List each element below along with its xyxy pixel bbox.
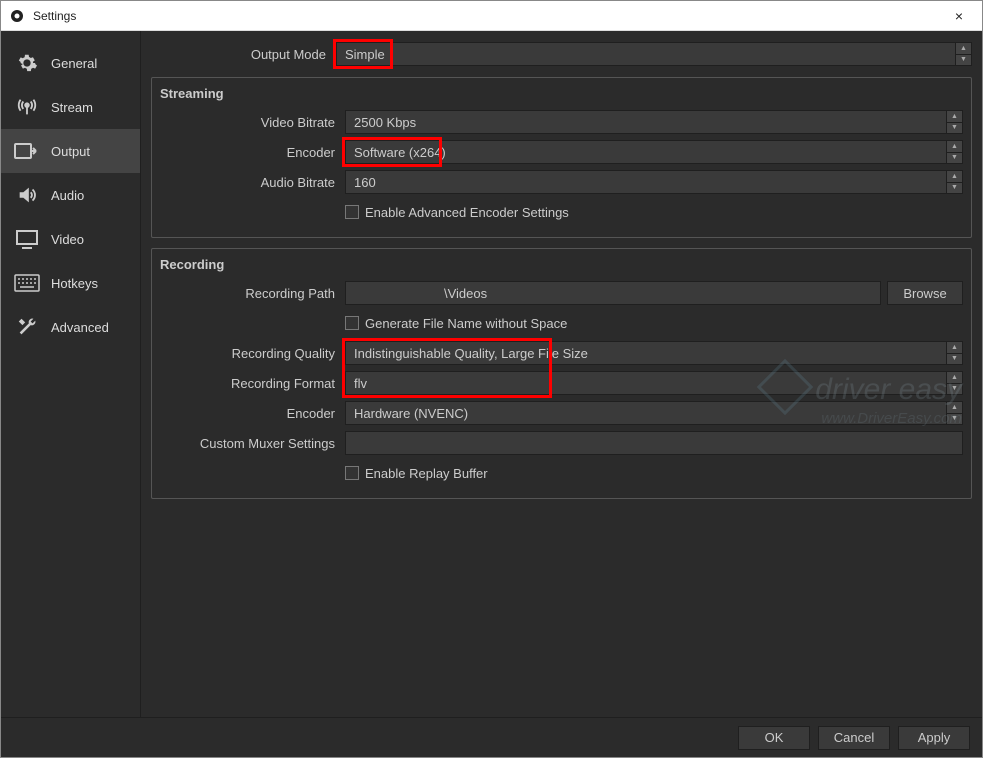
sidebar-item-label: Hotkeys <box>51 276 98 291</box>
enable-replay-checkbox[interactable] <box>345 466 359 480</box>
tools-icon <box>13 315 41 339</box>
antenna-icon <box>13 95 41 119</box>
sidebar-item-stream[interactable]: Stream <box>1 85 140 129</box>
recording-path-label: Recording Path <box>160 286 345 301</box>
sidebar-item-advanced[interactable]: Advanced <box>1 305 140 349</box>
muxer-label: Custom Muxer Settings <box>160 436 345 451</box>
output-mode-label: Output Mode <box>151 47 336 62</box>
ok-button[interactable]: OK <box>738 726 810 750</box>
main-panel: Output Mode Simple ▲▼ Video Bitrate 2500… <box>141 31 982 717</box>
spin-handle[interactable]: ▲▼ <box>955 43 971 65</box>
output-icon <box>13 139 41 163</box>
spin-handle[interactable]: ▲▼ <box>946 111 962 133</box>
speaker-icon <box>13 183 41 207</box>
close-button[interactable]: × <box>944 1 974 30</box>
output-mode-select[interactable]: Simple ▲▼ <box>336 42 972 66</box>
encoder-label: Encoder <box>160 145 345 160</box>
spin-handle[interactable]: ▲▼ <box>946 372 962 394</box>
recording-quality-select[interactable]: Indistinguishable Quality, Large File Si… <box>345 341 963 365</box>
encoder-value: Software (x264) <box>354 145 446 160</box>
audio-bitrate-label: Audio Bitrate <box>160 175 345 190</box>
video-bitrate-input[interactable]: 2500 Kbps ▲▼ <box>345 110 963 134</box>
streaming-group: Video Bitrate 2500 Kbps ▲▼ Encoder Softw… <box>151 77 972 238</box>
sidebar-item-label: Advanced <box>51 320 109 335</box>
sidebar-item-audio[interactable]: Audio <box>1 173 140 217</box>
recording-encoder-value: Hardware (NVENC) <box>354 406 468 421</box>
recording-encoder-select[interactable]: Hardware (NVENC) ▲▼ <box>345 401 963 425</box>
spin-handle[interactable]: ▲▼ <box>946 342 962 364</box>
apply-button[interactable]: Apply <box>898 726 970 750</box>
body: General Stream Output Audio <box>1 31 982 717</box>
footer: OK Cancel Apply <box>1 717 982 757</box>
settings-window: Settings × General Stream Out <box>0 0 983 758</box>
sidebar-item-general[interactable]: General <box>1 41 140 85</box>
cancel-button[interactable]: Cancel <box>818 726 890 750</box>
keyboard-icon <box>13 271 41 295</box>
browse-button[interactable]: Browse <box>887 281 963 305</box>
recording-quality-label: Recording Quality <box>160 346 345 361</box>
audio-bitrate-value: 160 <box>354 175 376 190</box>
gear-icon <box>13 51 41 75</box>
sidebar: General Stream Output Audio <box>1 31 141 717</box>
sidebar-item-label: Video <box>51 232 84 247</box>
spin-handle[interactable]: ▲▼ <box>946 171 962 193</box>
gen-filename-checkbox[interactable] <box>345 316 359 330</box>
recording-quality-value: Indistinguishable Quality, Large File Si… <box>354 346 588 361</box>
sidebar-item-label: Audio <box>51 188 84 203</box>
spin-handle[interactable]: ▲▼ <box>946 402 962 424</box>
video-bitrate-value: 2500 Kbps <box>354 115 416 130</box>
recording-format-label: Recording Format <box>160 376 345 391</box>
sidebar-item-output[interactable]: Output <box>1 129 140 173</box>
recording-format-value: flv <box>354 376 367 391</box>
sidebar-item-video[interactable]: Video <box>1 217 140 261</box>
sidebar-item-label: Stream <box>51 100 93 115</box>
recording-path-input[interactable]: \Videos <box>345 281 881 305</box>
sidebar-item-hotkeys[interactable]: Hotkeys <box>1 261 140 305</box>
output-mode-value: Simple <box>345 47 385 62</box>
output-mode-row: Output Mode Simple ▲▼ <box>151 41 972 67</box>
window-title: Settings <box>33 9 944 23</box>
monitor-icon <box>13 227 41 251</box>
enable-advanced-label: Enable Advanced Encoder Settings <box>365 205 569 220</box>
gen-filename-label: Generate File Name without Space <box>365 316 567 331</box>
recording-encoder-label: Encoder <box>160 406 345 421</box>
sidebar-item-label: General <box>51 56 97 71</box>
enable-advanced-checkbox[interactable] <box>345 205 359 219</box>
recording-group: Recording Path \Videos Browse Generate F… <box>151 248 972 499</box>
recording-path-value: \Videos <box>354 286 487 301</box>
recording-format-select[interactable]: flv ▲▼ <box>345 371 963 395</box>
streaming-encoder-select[interactable]: Software (x264) ▲▼ <box>345 140 963 164</box>
spin-handle[interactable]: ▲▼ <box>946 141 962 163</box>
sidebar-item-label: Output <box>51 144 90 159</box>
video-bitrate-label: Video Bitrate <box>160 115 345 130</box>
muxer-input[interactable] <box>345 431 963 455</box>
audio-bitrate-select[interactable]: 160 ▲▼ <box>345 170 963 194</box>
titlebar: Settings × <box>1 1 982 31</box>
enable-replay-label: Enable Replay Buffer <box>365 466 488 481</box>
app-icon <box>9 8 25 24</box>
